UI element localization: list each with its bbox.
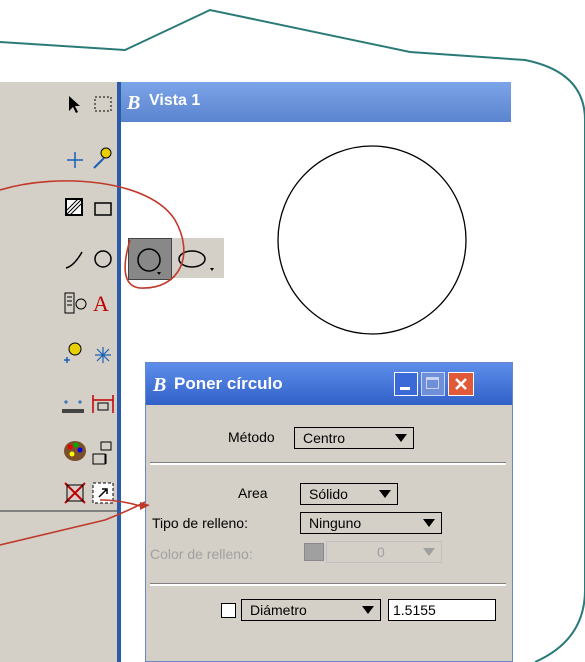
annotation-callouts	[0, 180, 185, 546]
